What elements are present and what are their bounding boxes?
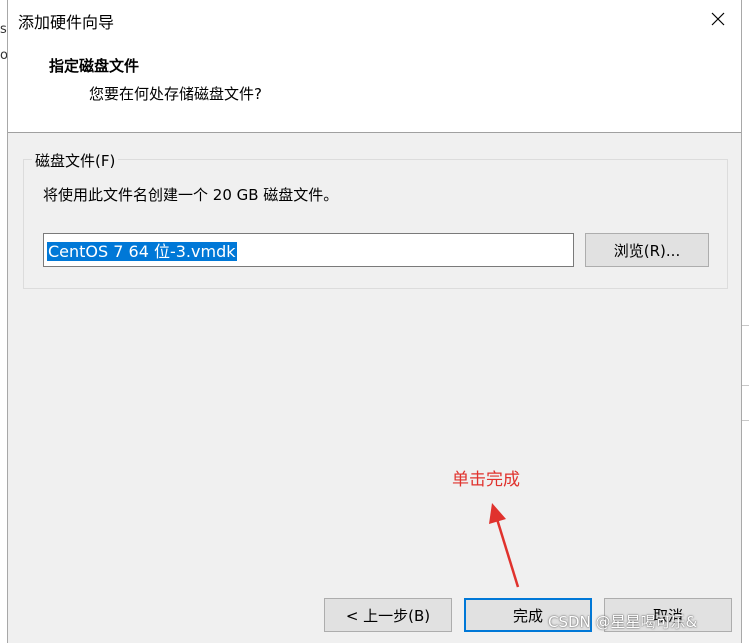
disk-file-group-label: 磁盘文件(F) bbox=[32, 150, 119, 171]
wizard-header: 指定磁盘文件 您要在何处存储磁盘文件? bbox=[8, 38, 741, 133]
disk-file-description: 将使用此文件名创建一个 20 GB 磁盘文件。 bbox=[43, 186, 339, 204]
page-title: 指定磁盘文件 bbox=[49, 57, 140, 75]
title-bar: 添加硬件向导 bbox=[8, 0, 741, 38]
back-button[interactable]: < 上一步(B) bbox=[324, 598, 452, 632]
add-hardware-wizard-dialog: 添加硬件向导 指定磁盘文件 您要在何处存储磁盘文件? 磁盘文件(F) 将使用此文… bbox=[7, 0, 742, 643]
page-subtitle: 您要在何处存储磁盘文件? bbox=[89, 85, 262, 103]
watermark: CSDN @星星喝可乐& bbox=[548, 613, 698, 631]
annotation-arrow-icon bbox=[489, 503, 520, 588]
background-window-right bbox=[741, 0, 749, 643]
disk-filename-value: CentOS 7 64 位-3.vmdk bbox=[47, 242, 237, 261]
disk-filename-input[interactable]: CentOS 7 64 位-3.vmdk bbox=[43, 233, 574, 267]
annotation-label: 单击完成 bbox=[452, 470, 520, 490]
window-title: 添加硬件向导 bbox=[18, 13, 115, 32]
close-button[interactable] bbox=[703, 4, 733, 34]
browse-button[interactable]: 浏览(R)... bbox=[585, 233, 709, 267]
close-icon bbox=[711, 12, 725, 26]
disk-file-group: 磁盘文件(F) 将使用此文件名创建一个 20 GB 磁盘文件。 bbox=[23, 150, 728, 289]
